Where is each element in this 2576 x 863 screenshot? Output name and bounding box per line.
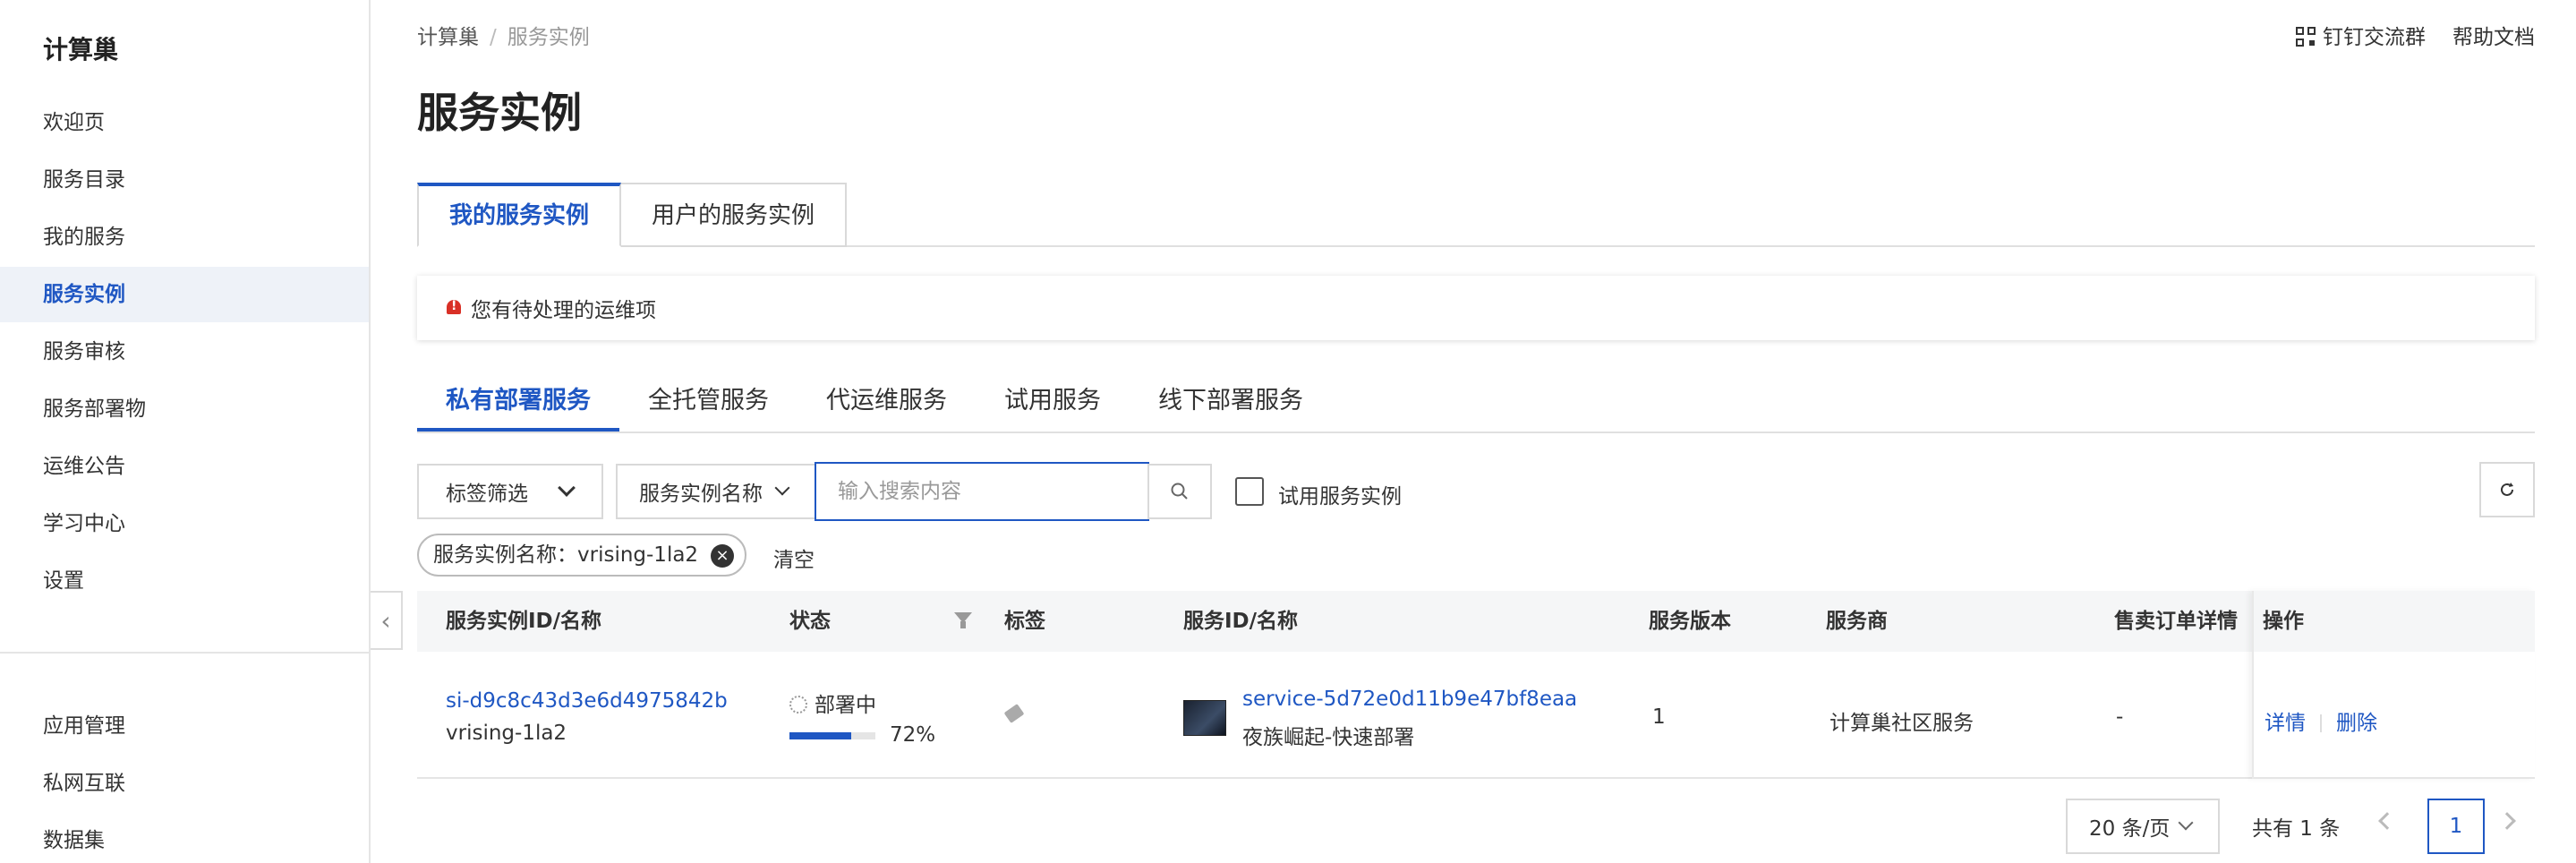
close-icon[interactable]: × <box>711 544 735 568</box>
sidebar-item-service-catalog[interactable]: 服务目录 <box>0 152 369 208</box>
row-actions: 详情 删除 <box>2265 705 2377 736</box>
sidebar-collapse-button[interactable]: ‹ <box>371 591 403 650</box>
column-header-version: 服务版本 <box>1649 610 1731 633</box>
current-page-button[interactable]: 1 <box>2427 799 2485 854</box>
clear-filters-link[interactable]: 清空 <box>773 543 815 573</box>
alert-bell-icon <box>444 298 464 318</box>
table-row <box>417 652 2535 779</box>
action-divider <box>2320 714 2322 732</box>
sidebar-item-private-network[interactable]: 私网互联 <box>0 756 369 811</box>
column-header-tags: 标签 <box>1004 610 1045 633</box>
trial-instance-checkbox[interactable] <box>1235 477 1264 506</box>
sidebar-item-app-management[interactable]: 应用管理 <box>0 698 369 754</box>
sidebar: 计算巢 欢迎页 服务目录 我的服务 服务实例 服务审核 服务部署物 运维公告 学… <box>0 0 371 863</box>
sidebar-item-my-services[interactable]: 我的服务 <box>0 209 369 265</box>
primary-tabs: 我的服务实例 用户的服务实例 <box>417 183 848 247</box>
active-filter-label: 服务实例名称：vrising-1la2 <box>433 543 699 567</box>
page-title: 服务实例 <box>417 89 582 137</box>
page-size-select[interactable]: 20 条/页 <box>2066 799 2220 854</box>
column-header-order-detail: 售卖订单详情 <box>2114 610 2238 633</box>
progress-percent: 72% <box>890 723 936 747</box>
active-filter-tag: 服务实例名称：vrising-1la2 × <box>417 534 747 577</box>
top-links: 钉钉交流群 帮助文档 <box>2296 20 2535 50</box>
qr-code-icon <box>2296 27 2316 47</box>
service-id-link[interactable]: service-5d72e0d11b9e47bf8eaa <box>1242 688 1577 711</box>
chevron-left-icon: ‹ <box>380 605 391 636</box>
column-header-provider: 服务商 <box>1826 610 1888 633</box>
search-field-label: 服务实例名称 <box>639 483 763 506</box>
table-header: 服务实例ID/名称 状态 标签 服务ID/名称 服务版本 服务商 售卖订单详情 … <box>417 591 2535 652</box>
tag-filter-button[interactable]: 标签筛选 <box>417 464 603 519</box>
tab-private-deployment[interactable]: 私有部署服务 <box>417 380 619 432</box>
prev-page-button[interactable] <box>2378 812 2396 830</box>
service-logo-image <box>1183 700 1226 736</box>
delete-link[interactable]: 删除 <box>2336 712 2377 735</box>
actions-column-shadow <box>2252 591 2535 779</box>
notice-text: 您有待处理的运维项 <box>471 299 656 322</box>
chevron-down-icon <box>774 480 790 496</box>
instance-id-link[interactable]: si-d9c8c43d3e6d4975842b <box>446 689 728 713</box>
tab-my-service-instances[interactable]: 我的服务实例 <box>417 183 622 247</box>
tag-filter-label: 标签筛选 <box>446 483 528 506</box>
sidebar-item-deploy-artifacts[interactable]: 服务部署物 <box>0 381 369 437</box>
tab-fully-managed[interactable]: 全托管服务 <box>619 380 798 432</box>
pending-ops-notice[interactable]: 您有待处理的运维项 <box>417 276 2535 340</box>
column-header-instance: 服务实例ID/名称 <box>446 610 602 633</box>
tab-user-service-instances[interactable]: 用户的服务实例 <box>621 183 848 247</box>
next-page-button[interactable] <box>2498 812 2516 830</box>
service-provider: 计算巢社区服务 <box>1830 712 1974 735</box>
sidebar-item-settings[interactable]: 设置 <box>0 553 369 609</box>
search-button[interactable] <box>1147 464 1212 519</box>
status-cell: 部署中 <box>789 688 876 718</box>
tab-offline-deployment[interactable]: 线下部署服务 <box>1130 380 1332 432</box>
order-detail: - <box>2116 705 2124 729</box>
refresh-button[interactable] <box>2479 462 2535 517</box>
sidebar-item-service-review[interactable]: 服务审核 <box>0 324 369 380</box>
sidebar-item-service-instances[interactable]: 服务实例 <box>0 267 369 322</box>
brand-title: 计算巢 <box>43 35 119 64</box>
secondary-tabs-baseline <box>417 432 2535 433</box>
chevron-down-icon <box>558 479 576 497</box>
secondary-tabs: 私有部署服务 全托管服务 代运维服务 试用服务 线下部署服务 <box>417 380 1332 432</box>
total-count: 共有 1 条 <box>2252 817 2341 841</box>
trial-instance-label[interactable]: 试用服务实例 <box>1278 479 1402 509</box>
dingtalk-group-link[interactable]: 钉钉交流群 <box>2296 20 2426 50</box>
search-icon <box>1171 483 1188 500</box>
loading-spinner-icon <box>789 696 807 713</box>
service-name: 夜族崛起-快速部署 <box>1242 726 1415 749</box>
sidebar-item-ops-announcements[interactable]: 运维公告 <box>0 439 369 494</box>
chevron-down-icon <box>2178 815 2194 831</box>
dingtalk-group-label: 钉钉交流群 <box>2323 26 2426 49</box>
tab-managed-ops[interactable]: 代运维服务 <box>798 380 976 432</box>
sidebar-item-learning-center[interactable]: 学习中心 <box>0 496 369 551</box>
instance-name: vrising-1la2 <box>446 722 567 745</box>
refresh-icon <box>2501 483 2513 496</box>
search-field-select[interactable]: 服务实例名称 <box>616 464 816 519</box>
tab-trial[interactable]: 试用服务 <box>976 380 1130 432</box>
breadcrumb-current: 服务实例 <box>507 26 590 49</box>
status-filter-icon[interactable] <box>954 612 972 628</box>
deploy-progress-fill <box>789 732 852 739</box>
status-text: 部署中 <box>815 694 876 717</box>
service-version: 1 <box>1652 705 1666 729</box>
breadcrumb-separator: / <box>490 26 497 49</box>
help-docs-link[interactable]: 帮助文档 <box>2452 20 2535 50</box>
deploy-progress-bar <box>789 732 875 739</box>
sidebar-item-welcome[interactable]: 欢迎页 <box>0 95 369 150</box>
column-header-service: 服务ID/名称 <box>1183 610 1299 633</box>
column-header-status: 状态 <box>789 610 831 633</box>
page-size-label: 20 条/页 <box>2089 817 2171 841</box>
breadcrumb-root[interactable]: 计算巢 <box>417 26 479 49</box>
sidebar-item-datasets[interactable]: 数据集 <box>0 813 369 863</box>
detail-link[interactable]: 详情 <box>2265 712 2306 735</box>
search-input[interactable] <box>815 462 1149 521</box>
breadcrumb: 计算巢 / 服务实例 <box>417 20 590 50</box>
sidebar-divider <box>0 652 369 654</box>
